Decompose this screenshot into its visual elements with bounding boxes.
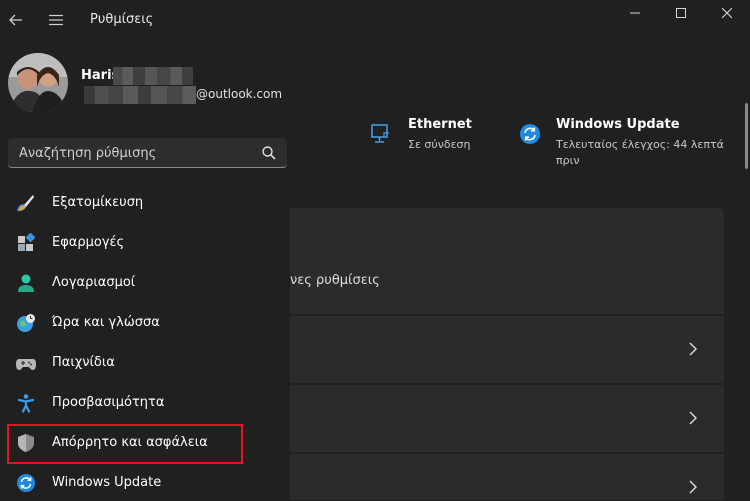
sidebar-item-label: Εφαρμογές xyxy=(52,235,125,250)
gamepad-icon xyxy=(16,359,36,370)
minimize-button[interactable] xyxy=(612,0,658,26)
window-title: Ρυθμίσεις xyxy=(90,12,154,27)
brush-icon xyxy=(17,195,34,212)
menu-button[interactable] xyxy=(42,6,70,34)
chevron-right-icon xyxy=(689,411,697,425)
sidebar-item-time-language[interactable]: Ώρα και γλώσσα xyxy=(8,305,287,341)
windows-update-status-line1: Τελευταίος έλεγχος: 44 λεπτά xyxy=(556,138,724,151)
search-input[interactable]: Αναζήτηση ρύθμισης xyxy=(19,146,156,161)
redacted-email xyxy=(84,86,196,104)
avatar-photo-icon xyxy=(8,53,68,113)
chevron-right-icon xyxy=(689,342,697,356)
windows-update-icon xyxy=(520,124,540,144)
sidebar-item-windows-update[interactable]: Windows Update xyxy=(8,465,287,501)
back-arrow-icon xyxy=(9,14,22,26)
sidebar-item-accounts[interactable]: Λογαριασμοί xyxy=(8,265,287,301)
search-box[interactable]: Αναζήτηση ρύθμισης xyxy=(8,138,287,168)
maximize-button[interactable] xyxy=(658,0,704,26)
highlight-box xyxy=(7,424,243,464)
settings-card-header[interactable]: νες ρυθμίσεις xyxy=(290,208,724,314)
ethernet-title[interactable]: Ethernet xyxy=(408,117,472,132)
sidebar-item-personalization[interactable]: Εξατομίκευση xyxy=(8,185,287,221)
sidebar-item-apps[interactable]: Εφαρμογές xyxy=(8,225,287,261)
ethernet-icon xyxy=(371,124,389,143)
close-icon xyxy=(722,8,732,18)
person-icon xyxy=(18,274,34,292)
maximize-icon xyxy=(676,8,686,18)
accessibility-icon xyxy=(17,394,35,413)
settings-card-row[interactable] xyxy=(290,454,724,500)
chevron-right-icon xyxy=(689,480,697,494)
windows-update-status-line2: πριν xyxy=(556,154,580,167)
sidebar-item-label: Ώρα και γλώσσα xyxy=(52,315,160,330)
ethernet-status: Σε σύνδεση xyxy=(408,138,471,151)
minimize-icon xyxy=(630,12,640,14)
user-email: @outlook.com xyxy=(196,87,283,101)
search-icon[interactable] xyxy=(261,145,277,161)
card-description: νες ρυθμίσεις xyxy=(290,273,380,288)
sidebar-item-label: Εξατομίκευση xyxy=(52,195,144,210)
sidebar-item-label: Windows Update xyxy=(52,475,162,490)
update-icon xyxy=(17,474,35,492)
close-button[interactable] xyxy=(704,0,750,26)
redacted-surname xyxy=(113,67,193,85)
title-bar: Ρυθμίσεις xyxy=(0,0,750,40)
sidebar-item-accessibility[interactable]: Προσβασιμότητα xyxy=(8,385,287,421)
avatar[interactable] xyxy=(8,53,68,113)
sidebar-item-label: Προσβασιμότητα xyxy=(52,395,165,410)
sidebar-item-label: Λογαριασμοί xyxy=(52,275,136,290)
scrollbar[interactable] xyxy=(745,103,748,169)
settings-card-row[interactable] xyxy=(290,316,724,383)
settings-card-row[interactable] xyxy=(290,385,724,452)
apps-icon xyxy=(18,233,36,251)
back-button[interactable] xyxy=(2,6,30,34)
windows-update-title[interactable]: Windows Update xyxy=(556,117,680,132)
sidebar-item-gaming[interactable]: Παιχνίδια xyxy=(8,345,287,381)
sidebar-item-label: Παιχνίδια xyxy=(52,355,115,370)
hamburger-icon xyxy=(49,14,63,26)
clock-globe-icon xyxy=(17,314,35,332)
